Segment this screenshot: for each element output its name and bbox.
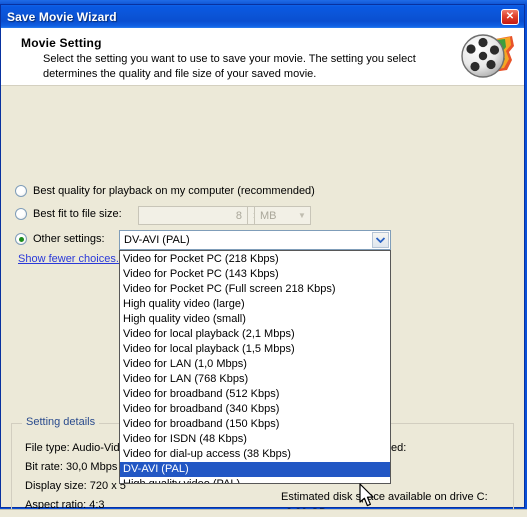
- settings-dropdown-list[interactable]: Video for Pocket PC (218 Kbps) Video for…: [119, 250, 391, 484]
- detail-disk-space-label: Estimated disk space available on drive …: [281, 491, 488, 503]
- file-size-unit-value: MB: [260, 209, 277, 222]
- wizard-body: Best quality for playback on my computer…: [1, 86, 524, 517]
- detail-space-needed-partial: ed:: [391, 442, 407, 454]
- dropdown-item[interactable]: Video for broadband (150 Kbps): [120, 417, 390, 432]
- chevron-down-icon: ▼: [298, 211, 306, 220]
- file-size-unit-combo[interactable]: MB ▼: [254, 206, 311, 225]
- dialog-titlebar: Save Movie Wizard ✕: [1, 5, 524, 28]
- dropdown-item[interactable]: Video for broadband (340 Kbps): [120, 402, 390, 417]
- dropdown-item[interactable]: Video for dial-up access (38 Kbps): [120, 447, 390, 462]
- screen: Save Movie Wizard ✕ Movie Setting Select…: [0, 0, 527, 517]
- detail-display-size: Display size: 720 x 5: [25, 480, 126, 492]
- radio-other-settings-label: Other settings:: [33, 233, 105, 245]
- dropdown-item[interactable]: High quality video (small): [120, 312, 390, 327]
- radio-best-quality-row[interactable]: Best quality for playback on my computer…: [15, 185, 315, 197]
- radio-other-settings[interactable]: [15, 233, 27, 245]
- dropdown-item[interactable]: Video for local playback (1,5 Mbps): [120, 342, 390, 357]
- dropdown-item[interactable]: High quality video (large): [120, 297, 390, 312]
- settings-combobox-value: DV-AVI (PAL): [124, 234, 190, 246]
- movie-reel-icon: [461, 34, 514, 78]
- radio-best-fit-label: Best fit to file size:: [33, 208, 122, 220]
- dropdown-item-selected[interactable]: DV-AVI (PAL): [120, 462, 390, 477]
- page-description: Select the setting you want to use to sa…: [43, 53, 416, 80]
- file-size-value: 8: [235, 209, 242, 222]
- save-movie-wizard-dialog: Save Movie Wizard ✕ Movie Setting Select…: [0, 4, 525, 517]
- close-button[interactable]: ✕: [501, 8, 519, 25]
- file-size-input[interactable]: 8: [138, 206, 248, 225]
- setting-details-legend: Setting details: [22, 416, 100, 428]
- chevron-down-icon[interactable]: [372, 232, 389, 248]
- dropdown-item[interactable]: Video for local playback (2,1 Mbps): [120, 327, 390, 342]
- radio-best-fit-row[interactable]: Best fit to file size:: [15, 208, 122, 220]
- dropdown-item[interactable]: High quality video (PAL): [120, 477, 390, 483]
- dropdown-item[interactable]: Video for Pocket PC (218 Kbps): [120, 252, 390, 267]
- dropdown-item[interactable]: Video for Pocket PC (Full screen 218 Kbp…: [120, 282, 390, 297]
- wizard-header: Movie Setting Select the setting you wan…: [1, 28, 524, 86]
- dropdown-item[interactable]: Video for LAN (768 Kbps): [120, 372, 390, 387]
- radio-best-quality-label: Best quality for playback on my computer…: [33, 185, 315, 197]
- background-window-strip: [0, 509, 527, 517]
- page-title: Movie Setting: [21, 36, 102, 50]
- radio-best-quality[interactable]: [15, 185, 27, 197]
- detail-file-type: File type: Audio-Vid: [25, 442, 120, 454]
- radio-best-fit[interactable]: [15, 208, 27, 220]
- radio-other-settings-row[interactable]: Other settings:: [15, 233, 105, 245]
- dropdown-item[interactable]: Video for ISDN (48 Kbps): [120, 432, 390, 447]
- show-fewer-choices-link[interactable]: Show fewer choices..: [18, 253, 122, 265]
- detail-bit-rate: Bit rate: 30,0 Mbps: [25, 461, 118, 473]
- close-icon: ✕: [505, 10, 515, 22]
- dropdown-item[interactable]: Video for broadband (512 Kbps): [120, 387, 390, 402]
- dialog-title: Save Movie Wizard: [7, 9, 117, 24]
- settings-combobox[interactable]: DV-AVI (PAL): [119, 230, 391, 250]
- dropdown-item[interactable]: Video for Pocket PC (143 Kbps): [120, 267, 390, 282]
- dropdown-item[interactable]: Video for LAN (1,0 Mbps): [120, 357, 390, 372]
